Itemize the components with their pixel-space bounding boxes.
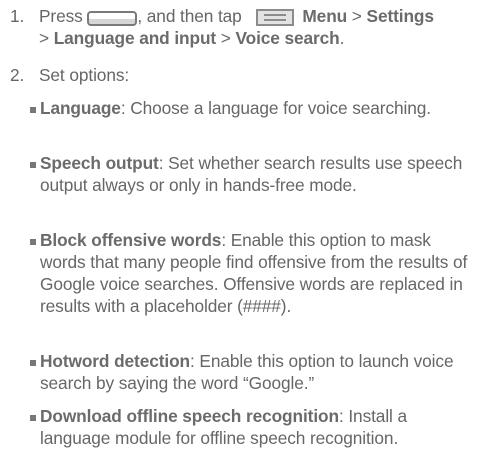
option-title: Language <box>40 98 121 118</box>
option-item: Block offensive words: Enable this optio… <box>30 229 479 317</box>
bullet-icon <box>30 162 36 168</box>
step-content: Set options: <box>39 64 479 86</box>
option-item: Hotword detection: Enable this option to… <box>30 350 479 394</box>
option-item: Language: Choose a language for voice se… <box>30 97 479 119</box>
option-title: Hotword detection <box>40 351 190 371</box>
voice-search-label: Voice search <box>235 28 340 48</box>
step-text: Press <box>39 6 83 26</box>
instruction-page: 1. Press , and then tap Menu > Settings >… <box>0 0 483 456</box>
option-title: Download offline speech recognition <box>40 406 339 426</box>
bullet-icon <box>30 360 36 366</box>
menu-label: Menu <box>302 6 348 26</box>
home-button-icon <box>87 11 138 26</box>
language-and-input-label: Language and input <box>53 28 217 48</box>
option-item: Download offline speech recognition: Ins… <box>30 405 479 449</box>
bullet-icon <box>30 415 36 421</box>
step-text: Set options: <box>39 65 130 85</box>
bullet-icon <box>30 239 36 245</box>
option-title: Block offensive words <box>40 230 222 250</box>
separator: > <box>347 6 367 26</box>
settings-label: Settings <box>366 6 434 26</box>
option-description: : Choose a language for voice searching. <box>120 98 431 118</box>
bullet-icon <box>30 107 36 113</box>
separator: > <box>39 28 54 48</box>
step-number: 2. <box>10 65 25 85</box>
period: . <box>339 28 345 48</box>
step-1: 1. Press , and then tap Menu > Settings >… <box>10 5 479 49</box>
step-content: Press , and then tap Menu > Settings > La… <box>39 5 479 49</box>
separator: > <box>216 28 236 48</box>
option-title: Speech output <box>40 153 159 173</box>
step-number: 1. <box>10 6 25 26</box>
menu-icon <box>256 9 295 26</box>
option-item: Speech output: Set whether search result… <box>30 152 479 196</box>
step-2: 2. Set options: <box>10 64 479 86</box>
step-text: , and then tap <box>137 6 242 26</box>
